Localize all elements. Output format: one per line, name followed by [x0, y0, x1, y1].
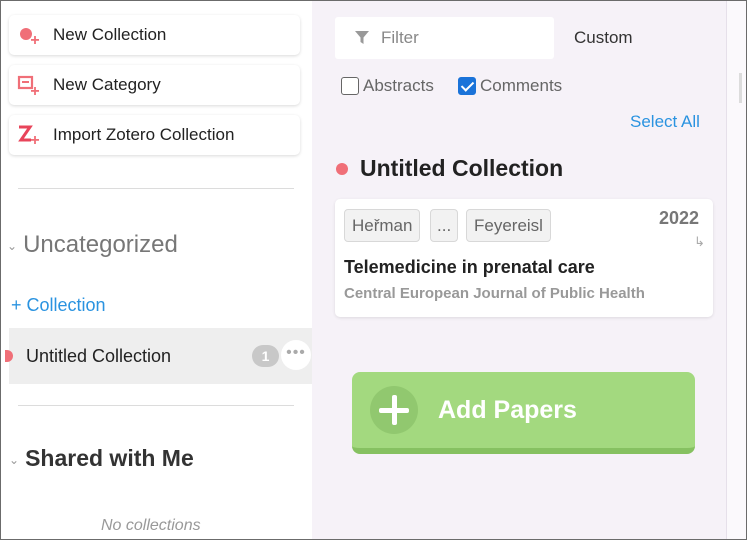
chevron-down-icon: ⌄: [9, 452, 20, 467]
add-papers-button[interactable]: Add Papers: [352, 372, 695, 454]
new-category-label: New Category: [53, 75, 161, 94]
shared-heading[interactable]: ⌄ Shared with Me: [9, 445, 194, 472]
divider: [18, 188, 294, 189]
zotero-icon: [9, 115, 53, 155]
custom-sort-button[interactable]: Custom: [574, 28, 633, 48]
new-collection-icon: [9, 15, 53, 55]
comments-toggle[interactable]: Comments: [458, 76, 562, 96]
chevron-down-icon: ⌄: [7, 238, 18, 253]
return-arrow-icon: ↳: [694, 234, 705, 249]
filter-placeholder: Filter: [381, 28, 419, 47]
paper-title[interactable]: Telemedicine in prenatal care: [344, 257, 595, 278]
comments-label: Comments: [480, 76, 563, 95]
import-zotero-button[interactable]: Import Zotero Collection: [9, 115, 300, 155]
filter-input[interactable]: Filter: [335, 17, 554, 59]
comments-checkbox[interactable]: [458, 77, 476, 95]
paper-journal: Central European Journal of Public Healt…: [344, 285, 645, 302]
abstracts-label: Abstracts: [363, 76, 434, 95]
author-chip[interactable]: Heřman: [344, 209, 421, 242]
more-options-icon[interactable]: •••: [281, 340, 311, 370]
collection-count-badge: 1: [252, 345, 279, 367]
import-zotero-label: Import Zotero Collection: [53, 125, 235, 144]
sidebar: New Collection New Category Import Zoter…: [1, 1, 312, 539]
uncategorized-heading[interactable]: ⌄ Uncategorized: [7, 231, 178, 259]
plus-icon: [370, 386, 418, 434]
select-all-link[interactable]: Select All: [630, 112, 700, 132]
right-scroll-strip: [726, 1, 746, 539]
scrollbar-handle[interactable]: [739, 73, 742, 103]
divider: [18, 405, 294, 406]
new-category-button[interactable]: New Category: [9, 65, 300, 105]
abstracts-toggle[interactable]: Abstracts: [341, 76, 434, 96]
add-papers-label: Add Papers: [438, 395, 577, 424]
collection-color-dot: [5, 350, 13, 362]
new-collection-label: New Collection: [53, 25, 167, 44]
author-ellipsis-chip[interactable]: ...: [430, 209, 459, 242]
main-panel: Filter Custom Abstracts Comments Select …: [312, 1, 726, 539]
author-chip[interactable]: Feyereisl: [466, 209, 551, 242]
collection-title-text: Untitled Collection: [360, 155, 564, 181]
add-collection-link[interactable]: + Collection: [11, 295, 106, 316]
collection-name: Untitled Collection: [26, 345, 172, 366]
sidebar-item-untitled-collection[interactable]: Untitled Collection 1 •••: [5, 328, 312, 384]
new-category-icon: [9, 65, 53, 105]
new-collection-button[interactable]: New Collection: [9, 15, 300, 55]
collection-color-dot: [336, 162, 348, 175]
app-frame: New Collection New Category Import Zoter…: [0, 0, 747, 540]
collection-title: Untitled Collection: [336, 155, 563, 182]
paper-year: 2022: [659, 208, 700, 228]
filter-icon: [355, 31, 369, 45]
paper-card[interactable]: Heřman ... Feyereisl 2022 ↳ Telemedicine…: [335, 199, 713, 317]
abstracts-checkbox[interactable]: [341, 77, 359, 95]
no-collections-text: No collections: [101, 517, 201, 534]
